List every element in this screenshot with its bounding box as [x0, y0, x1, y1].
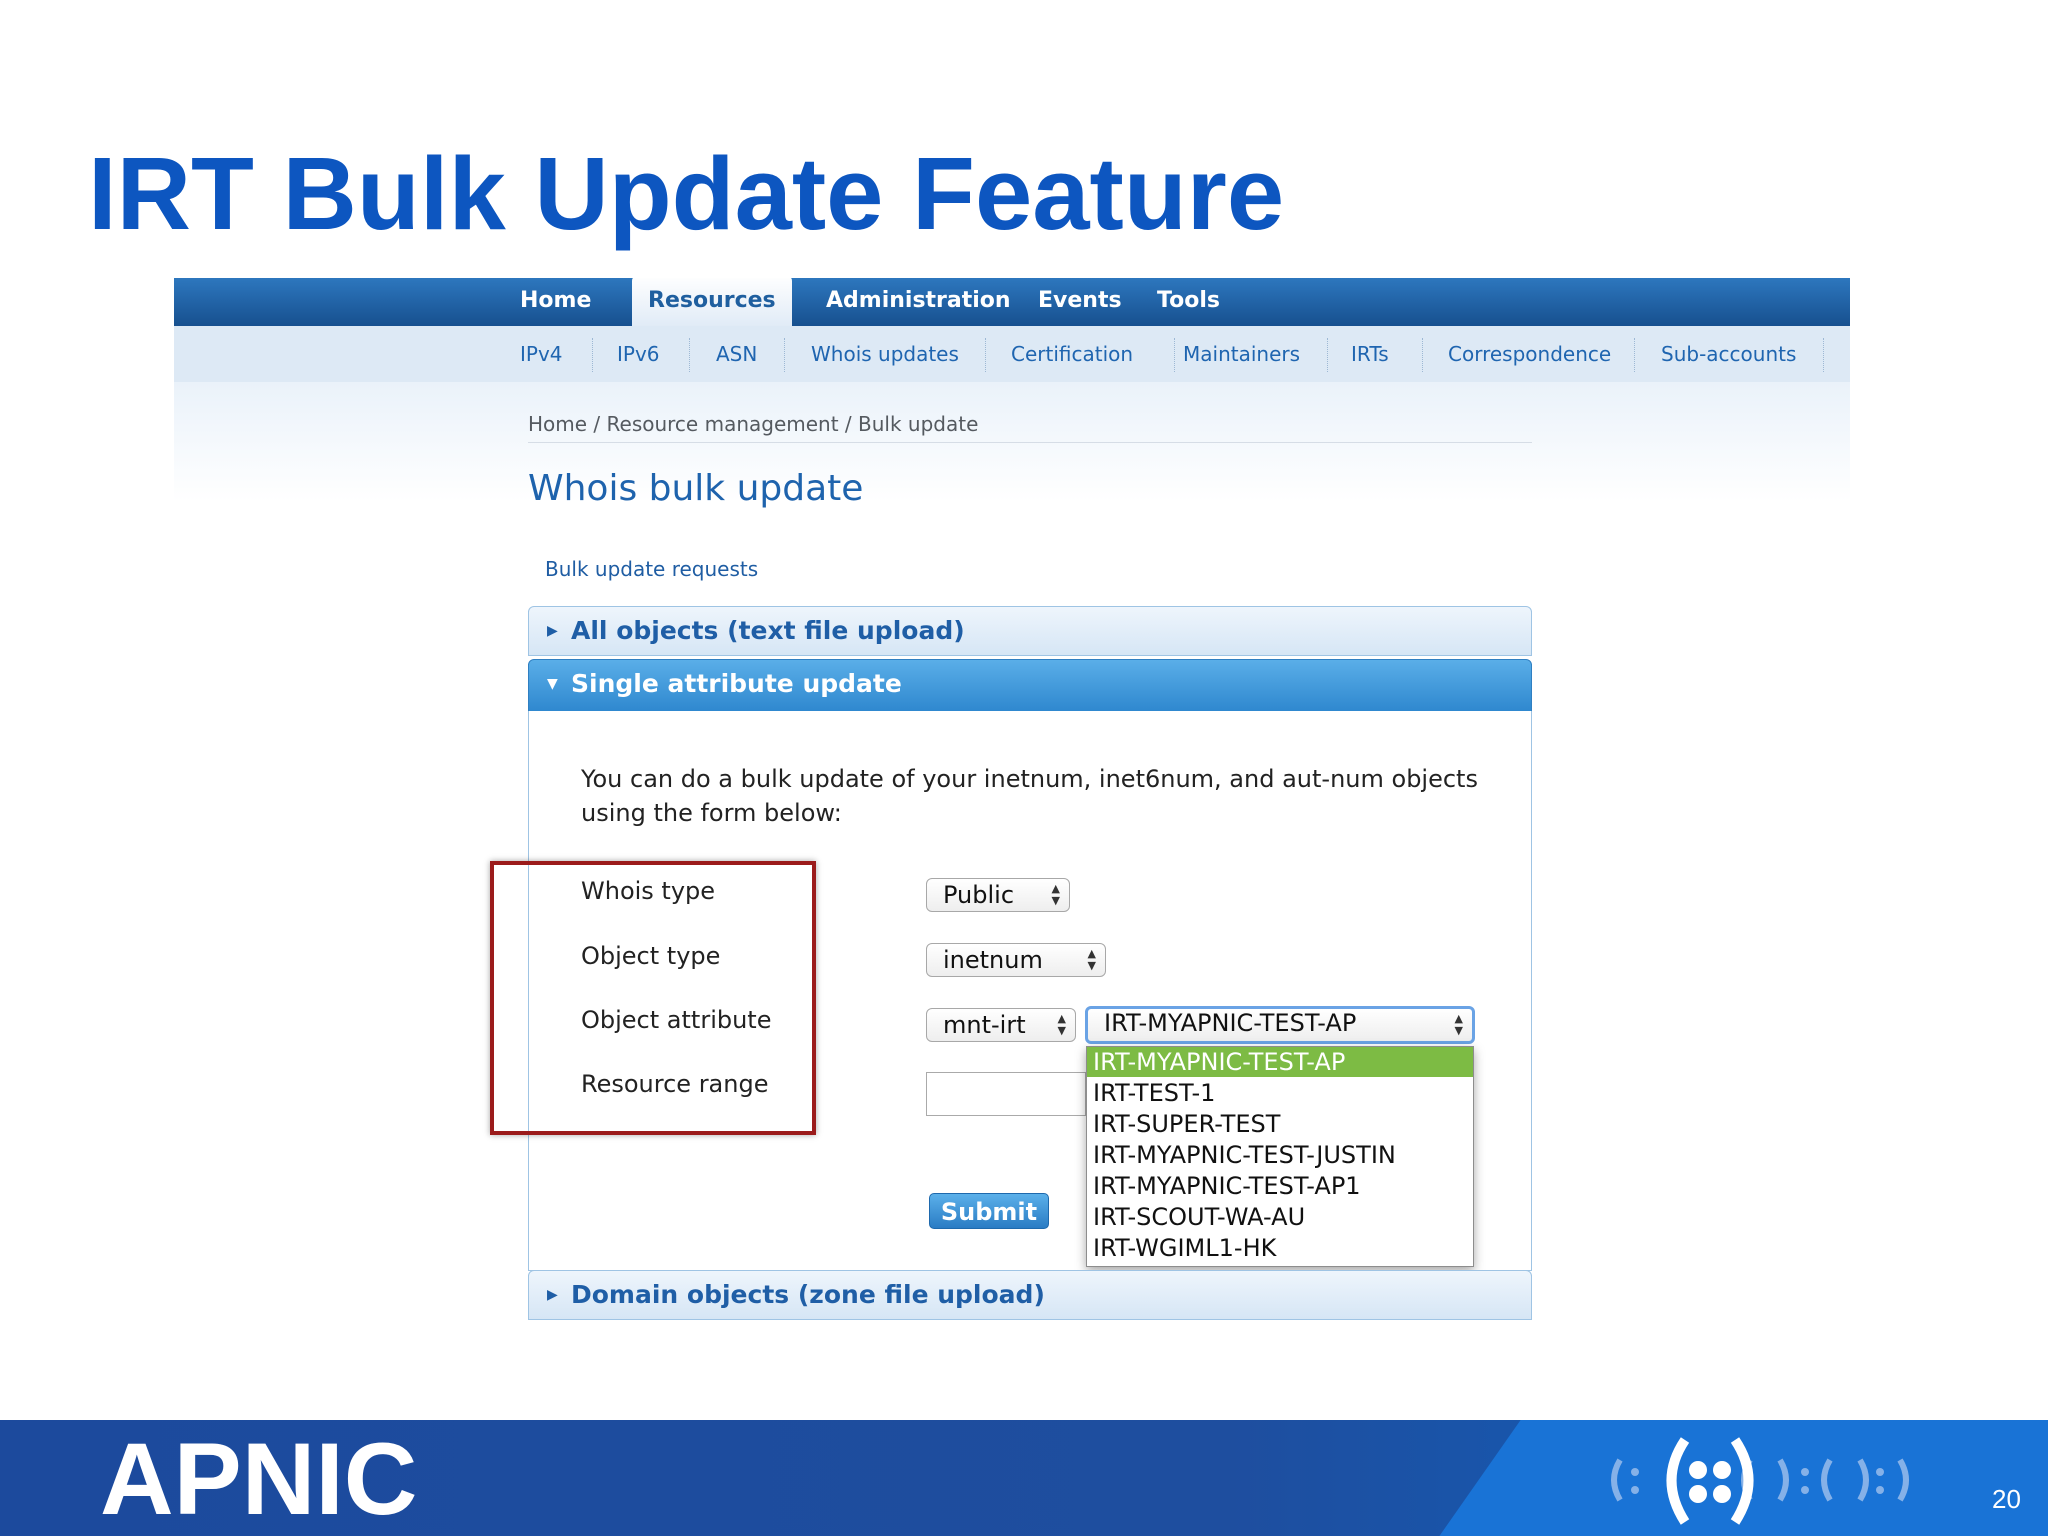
accordion-single-attribute[interactable]: ▼ Single attribute update — [528, 659, 1532, 712]
web-page-screenshot: Home Resources Administration Events Too… — [174, 278, 1850, 1348]
subnav-irts[interactable]: IRTs — [1351, 326, 1389, 382]
dropdown-option[interactable]: IRT-MYAPNIC-TEST-JUSTIN — [1087, 1140, 1473, 1170]
subnav-divider — [1823, 338, 1824, 372]
subnav-divider — [1174, 338, 1175, 372]
subnav-divider — [592, 338, 593, 372]
dropdown-option[interactable]: IRT-SUPER-TEST — [1087, 1109, 1473, 1139]
nav-tab-tools[interactable]: Tools — [1157, 278, 1220, 326]
subnav-certification[interactable]: Certification — [1011, 326, 1133, 382]
subnav-ipv4[interactable]: IPv4 — [520, 326, 563, 382]
whois-type-label: Whois type — [581, 877, 716, 905]
object-attribute-label: Object attribute — [581, 1006, 772, 1034]
subnav-maintainers[interactable]: Maintainers — [1183, 326, 1300, 382]
irt-select-value: IRT-MYAPNIC-TEST-AP — [1104, 1009, 1357, 1037]
irt-dropdown-list: IRT-MYAPNIC-TEST-AP IRT-TEST-1 IRT-SUPER… — [1086, 1046, 1474, 1267]
top-navigation: Home Resources Administration Events Too… — [174, 278, 1850, 329]
subnav-correspondence[interactable]: Correspondence — [1448, 326, 1611, 382]
select-arrows-icon: ▲ ▼ — [1087, 947, 1096, 972]
select-arrows-icon: ▲ ▼ — [1057, 1012, 1066, 1037]
subnav-divider — [784, 338, 785, 372]
apnic-logo: APNIC — [100, 1425, 417, 1533]
nav-tab-home[interactable]: Home — [520, 278, 591, 326]
caret-down-icon: ▼ — [547, 676, 558, 692]
nav-tab-events[interactable]: Events — [1038, 278, 1122, 326]
nav-tab-administration[interactable]: Administration — [826, 278, 1011, 326]
breadcrumb: Home / Resource management / Bulk update — [528, 412, 1532, 443]
subnav-sub-accounts[interactable]: Sub-accounts — [1661, 326, 1796, 382]
select-arrows-icon: ▲ ▼ — [1454, 1012, 1463, 1037]
select-arrows-icon: ▲ ▼ — [1051, 882, 1060, 907]
dropdown-option[interactable]: IRT-MYAPNIC-TEST-AP — [1087, 1047, 1473, 1077]
subnav-ipv6[interactable]: IPv6 — [617, 326, 660, 382]
sub-navigation: IPv4 IPv6 ASN Whois updates Certificatio… — [174, 326, 1850, 382]
apnic-logo-text: APNIC — [100, 1422, 418, 1536]
subnav-divider — [689, 338, 690, 372]
dropdown-option[interactable]: IRT-SCOUT-WA-AU — [1087, 1202, 1473, 1232]
irt-select[interactable]: IRT-MYAPNIC-TEST-AP ▲ ▼ — [1085, 1006, 1475, 1044]
bulk-update-requests-link[interactable]: Bulk update requests — [545, 557, 758, 581]
submit-button[interactable]: Submit — [929, 1193, 1049, 1229]
whois-type-value: Public — [943, 881, 1015, 909]
nav-tab-resources[interactable]: Resources — [632, 278, 792, 329]
dropdown-option[interactable]: IRT-MYAPNIC-TEST-AP1 — [1087, 1171, 1473, 1201]
whois-type-select[interactable]: Public ▲ ▼ — [926, 878, 1070, 912]
accordion-domain-objects-label: Domain objects (zone file upload) — [571, 1280, 1045, 1309]
object-type-select[interactable]: inetnum ▲ ▼ — [926, 943, 1106, 977]
intro-text: You can do a bulk update of your inetnum… — [581, 765, 1478, 827]
subnav-divider — [1422, 338, 1423, 372]
object-attribute-value: mnt-irt — [943, 1011, 1026, 1039]
accordion-single-attribute-label: Single attribute update — [571, 669, 902, 698]
caret-right-icon: ▶ — [547, 623, 558, 639]
subnav-divider — [1327, 338, 1328, 372]
subnav-divider — [985, 338, 986, 372]
resource-range-label: Resource range — [581, 1070, 769, 1098]
resource-range-input[interactable] — [926, 1072, 1086, 1116]
object-type-label: Object type — [581, 942, 721, 970]
caret-right-icon: ▶ — [547, 1287, 558, 1303]
apnic-brand-mark-icon — [1611, 1437, 1909, 1525]
accordion-all-objects[interactable]: ▶ All objects (text file upload) — [528, 606, 1532, 656]
slide-footer: APNIC — [0, 1420, 2048, 1536]
page-number: 20 — [1992, 1484, 2021, 1514]
subnav-whois-updates[interactable]: Whois updates — [811, 326, 959, 382]
subnav-divider — [1634, 338, 1635, 372]
accordion-all-objects-label: All objects (text file upload) — [571, 616, 965, 645]
subnav-asn[interactable]: ASN — [716, 326, 757, 382]
accordion-domain-objects[interactable]: ▶ Domain objects (zone file upload) — [528, 1270, 1532, 1320]
object-attribute-select[interactable]: mnt-irt ▲ ▼ — [926, 1008, 1076, 1042]
slide-title: IRT Bulk Update Feature — [88, 136, 1285, 251]
page-title: Whois bulk update — [528, 468, 864, 509]
dropdown-option[interactable]: IRT-TEST-1 — [1087, 1078, 1473, 1108]
dropdown-option[interactable]: IRT-WGIML1-HK — [1087, 1233, 1473, 1263]
object-type-value: inetnum — [943, 946, 1043, 974]
